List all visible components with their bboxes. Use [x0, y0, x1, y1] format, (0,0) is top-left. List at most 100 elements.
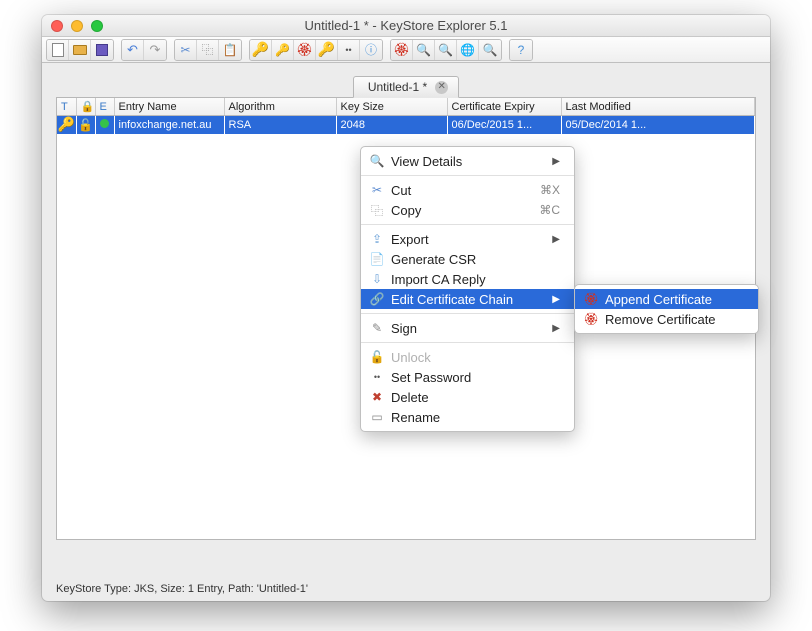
- submenu-append-cert[interactable]: 🏵 Append Certificate: [575, 289, 758, 309]
- paste-button[interactable]: 📋: [219, 40, 241, 60]
- submenu-arrow-icon: ▶: [552, 294, 560, 305]
- detect-type-button[interactable]: 🔍: [479, 40, 501, 60]
- examine-cert-button[interactable]: 🏵: [391, 40, 413, 60]
- col-name[interactable]: Entry Name: [114, 98, 224, 116]
- export-icon: ⇪: [369, 231, 385, 247]
- copy-icon: ⿻: [201, 41, 213, 58]
- menu-unlock: 🔓 Unlock: [361, 347, 574, 367]
- delete-icon: ✖: [369, 389, 385, 405]
- keypair-import-icon: 🔑: [318, 41, 335, 58]
- cell-name: infoxchange.net.au: [114, 116, 224, 134]
- unlocked-icon: 🔓: [78, 118, 93, 132]
- folder-icon: [73, 45, 87, 55]
- col-lock[interactable]: 🔒: [76, 98, 95, 116]
- menu-separator: [361, 313, 574, 314]
- status-bar: KeyStore Type: JKS, Size: 1 Entry, Path:…: [56, 583, 308, 595]
- scissors-icon: ✂: [369, 182, 385, 198]
- cell-exp: 06/Dec/2015 1...: [447, 116, 561, 134]
- type-header-icon: T: [61, 101, 68, 113]
- menu-cut[interactable]: ✂ Cut ⌘X: [361, 180, 574, 200]
- menu-separator: [361, 224, 574, 225]
- help-icon: ?: [518, 43, 525, 57]
- magnifier-icon: 🔍: [483, 43, 498, 57]
- examine-clipboard-button[interactable]: 🔍: [435, 40, 457, 60]
- globe-magnifier-icon: 🌐: [460, 43, 475, 57]
- menu-generate-csr[interactable]: 📄 Generate CSR: [361, 249, 574, 269]
- examine-ssl-button[interactable]: 🌐: [457, 40, 479, 60]
- keypair-entry-icon: 🔑: [58, 116, 75, 132]
- menu-import-ca-reply[interactable]: ⇩ Import CA Reply: [361, 269, 574, 289]
- scissors-icon: ✂: [180, 43, 190, 57]
- toolbar: ↶ ↷ ✂ ⿻ 📋 🔑 🔑 🏵 🔑 •• ⓘ 🏵 🔍 🔍 🌐 🔍 ?: [42, 37, 770, 63]
- menu-delete[interactable]: ✖ Delete: [361, 387, 574, 407]
- cell-size: 2048: [336, 116, 447, 134]
- menu-sign[interactable]: ✎ Sign ▶: [361, 318, 574, 338]
- undo-icon: ↶: [127, 42, 138, 58]
- window-minimize-button[interactable]: [71, 20, 83, 32]
- redo-button[interactable]: ↷: [144, 40, 166, 60]
- password-icon: ••: [369, 369, 385, 385]
- col-type[interactable]: T: [57, 98, 76, 116]
- unlock-icon: 🔓: [369, 349, 385, 365]
- pen-icon: ✎: [369, 320, 385, 336]
- col-alg[interactable]: Algorithm: [224, 98, 336, 116]
- rename-icon: ▭: [369, 409, 385, 425]
- menu-copy[interactable]: ⿻ Copy ⌘C: [361, 200, 574, 220]
- document-tab[interactable]: Untitled-1 * ✕: [353, 76, 459, 98]
- tab-label: Untitled-1 *: [368, 80, 427, 94]
- copy-button[interactable]: ⿻: [197, 40, 219, 60]
- ribbon-icon: 🏵: [583, 291, 599, 307]
- undo-button[interactable]: ↶: [122, 40, 144, 60]
- chain-icon: 🔗: [369, 291, 385, 307]
- import-icon: ⇩: [369, 271, 385, 287]
- window-close-button[interactable]: [51, 20, 63, 32]
- menu-set-password[interactable]: •• Set Password: [361, 367, 574, 387]
- import-keypair-button[interactable]: 🔑: [316, 40, 338, 60]
- expiry-header-icon: E: [100, 101, 107, 113]
- paste-icon: 📋: [223, 43, 238, 57]
- menu-view-details[interactable]: 🔍 View Details ▶: [361, 151, 574, 171]
- open-button[interactable]: [69, 40, 91, 60]
- gen-secret-button[interactable]: 🔑: [272, 40, 294, 60]
- window-title: Untitled-1 * - KeyStore Explorer 5.1: [42, 18, 770, 33]
- ribbon-icon: 🏵: [296, 42, 313, 58]
- edit-cert-chain-submenu: 🏵 Append Certificate 🏵 Remove Certificat…: [574, 284, 759, 334]
- col-expiry[interactable]: E: [95, 98, 114, 116]
- tab-close-icon[interactable]: ✕: [435, 81, 448, 94]
- window-zoom-button[interactable]: [91, 20, 103, 32]
- keypair-icon: 🔑: [252, 41, 269, 58]
- copy-icon: ⿻: [369, 202, 385, 218]
- new-button[interactable]: [47, 40, 69, 60]
- import-cert-button[interactable]: 🏵: [294, 40, 316, 60]
- secret-key-icon: 🔑: [275, 43, 290, 57]
- cell-mod: 05/Dec/2014 1...: [561, 116, 755, 134]
- magnifier-icon: 🔍: [416, 43, 431, 57]
- set-password-button[interactable]: ••: [338, 40, 360, 60]
- col-modified[interactable]: Last Modified: [561, 98, 755, 116]
- col-size[interactable]: Key Size: [336, 98, 447, 116]
- save-button[interactable]: [91, 40, 113, 60]
- help-button[interactable]: ?: [510, 40, 532, 60]
- menu-export[interactable]: ⇪ Export ▶: [361, 229, 574, 249]
- submenu-remove-cert[interactable]: 🏵 Remove Certificate: [575, 309, 758, 329]
- cut-button[interactable]: ✂: [175, 40, 197, 60]
- info-icon: ⓘ: [365, 41, 377, 58]
- context-menu: 🔍 View Details ▶ ✂ Cut ⌘X ⿻ Copy ⌘C ⇪ Ex…: [360, 146, 575, 432]
- ribbon-search-icon: 🏵: [393, 42, 410, 58]
- properties-button[interactable]: ⓘ: [360, 40, 382, 60]
- cell-alg: RSA: [224, 116, 336, 134]
- col-cert-expiry[interactable]: Certificate Expiry: [447, 98, 561, 116]
- menu-edit-cert-chain[interactable]: 🔗 Edit Certificate Chain ▶: [361, 289, 574, 309]
- menu-rename[interactable]: ▭ Rename: [361, 407, 574, 427]
- titlebar: Untitled-1 * - KeyStore Explorer 5.1: [42, 15, 770, 37]
- password-icon: ••: [345, 45, 351, 55]
- submenu-arrow-icon: ▶: [552, 234, 560, 245]
- lock-header-icon: 🔒: [81, 101, 95, 113]
- save-icon: [96, 44, 108, 56]
- examine-file-button[interactable]: 🔍: [413, 40, 435, 60]
- submenu-arrow-icon: ▶: [552, 323, 560, 334]
- table-row[interactable]: 🔑 🔓 infoxchange.net.au RSA 2048 06/Dec/2…: [57, 116, 755, 134]
- redo-icon: ↷: [150, 42, 161, 58]
- ribbon-icon: 🏵: [583, 311, 599, 327]
- gen-keypair-button[interactable]: 🔑: [250, 40, 272, 60]
